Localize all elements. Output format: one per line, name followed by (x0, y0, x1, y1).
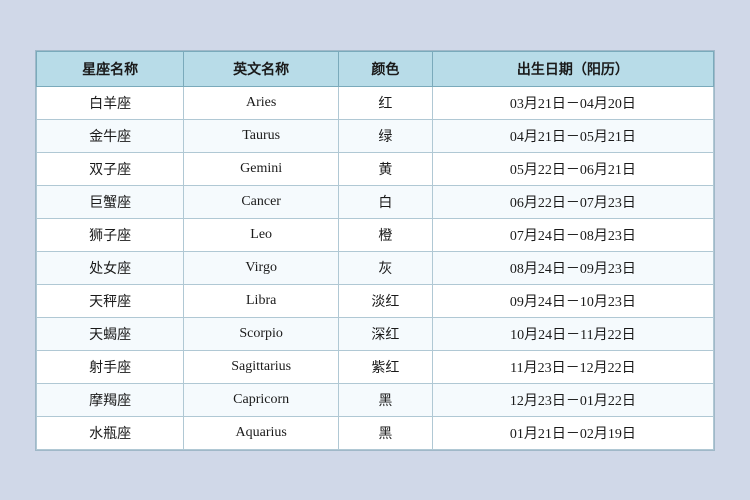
cell-color: 黑 (339, 416, 433, 449)
cell-english-name: Leo (184, 218, 339, 251)
table-row: 狮子座Leo橙07月24日－08月23日 (37, 218, 714, 251)
cell-color: 红 (339, 86, 433, 119)
cell-dates: 11月23日－12月22日 (432, 350, 713, 383)
cell-dates: 07月24日－08月23日 (432, 218, 713, 251)
cell-dates: 08月24日－09月23日 (432, 251, 713, 284)
cell-dates: 01月21日－02月19日 (432, 416, 713, 449)
cell-chinese-name: 金牛座 (37, 119, 184, 152)
table-row: 射手座Sagittarius紫红11月23日－12月22日 (37, 350, 714, 383)
header-color: 颜色 (339, 51, 433, 86)
table-row: 白羊座Aries红03月21日－04月20日 (37, 86, 714, 119)
zodiac-table-container: 星座名称 英文名称 颜色 出生日期（阳历） 白羊座Aries红03月21日－04… (35, 50, 715, 451)
cell-dates: 04月21日－05月21日 (432, 119, 713, 152)
table-row: 水瓶座Aquarius黑01月21日－02月19日 (37, 416, 714, 449)
cell-english-name: Capricorn (184, 383, 339, 416)
cell-english-name: Gemini (184, 152, 339, 185)
header-dates: 出生日期（阳历） (432, 51, 713, 86)
header-english-name: 英文名称 (184, 51, 339, 86)
cell-color: 黄 (339, 152, 433, 185)
table-row: 金牛座Taurus绿04月21日－05月21日 (37, 119, 714, 152)
cell-chinese-name: 处女座 (37, 251, 184, 284)
table-row: 天蝎座Scorpio深红10月24日－11月22日 (37, 317, 714, 350)
cell-english-name: Libra (184, 284, 339, 317)
table-row: 双子座Gemini黄05月22日－06月21日 (37, 152, 714, 185)
cell-color: 白 (339, 185, 433, 218)
cell-chinese-name: 天蝎座 (37, 317, 184, 350)
cell-color: 灰 (339, 251, 433, 284)
cell-english-name: Cancer (184, 185, 339, 218)
table-header-row: 星座名称 英文名称 颜色 出生日期（阳历） (37, 51, 714, 86)
cell-dates: 12月23日－01月22日 (432, 383, 713, 416)
cell-chinese-name: 天秤座 (37, 284, 184, 317)
cell-dates: 10月24日－11月22日 (432, 317, 713, 350)
cell-chinese-name: 射手座 (37, 350, 184, 383)
cell-english-name: Scorpio (184, 317, 339, 350)
cell-english-name: Taurus (184, 119, 339, 152)
cell-chinese-name: 水瓶座 (37, 416, 184, 449)
cell-english-name: Sagittarius (184, 350, 339, 383)
cell-dates: 09月24日－10月23日 (432, 284, 713, 317)
cell-chinese-name: 摩羯座 (37, 383, 184, 416)
zodiac-table: 星座名称 英文名称 颜色 出生日期（阳历） 白羊座Aries红03月21日－04… (36, 51, 714, 450)
cell-color: 深红 (339, 317, 433, 350)
cell-dates: 06月22日－07月23日 (432, 185, 713, 218)
table-row: 天秤座Libra淡红09月24日－10月23日 (37, 284, 714, 317)
table-body: 白羊座Aries红03月21日－04月20日金牛座Taurus绿04月21日－0… (37, 86, 714, 449)
cell-chinese-name: 双子座 (37, 152, 184, 185)
cell-dates: 03月21日－04月20日 (432, 86, 713, 119)
table-row: 处女座Virgo灰08月24日－09月23日 (37, 251, 714, 284)
cell-color: 紫红 (339, 350, 433, 383)
cell-chinese-name: 巨蟹座 (37, 185, 184, 218)
cell-english-name: Aquarius (184, 416, 339, 449)
cell-color: 黑 (339, 383, 433, 416)
cell-dates: 05月22日－06月21日 (432, 152, 713, 185)
cell-chinese-name: 狮子座 (37, 218, 184, 251)
cell-english-name: Virgo (184, 251, 339, 284)
cell-color: 橙 (339, 218, 433, 251)
header-chinese-name: 星座名称 (37, 51, 184, 86)
cell-color: 绿 (339, 119, 433, 152)
cell-chinese-name: 白羊座 (37, 86, 184, 119)
table-row: 巨蟹座Cancer白06月22日－07月23日 (37, 185, 714, 218)
cell-color: 淡红 (339, 284, 433, 317)
table-row: 摩羯座Capricorn黑12月23日－01月22日 (37, 383, 714, 416)
cell-english-name: Aries (184, 86, 339, 119)
